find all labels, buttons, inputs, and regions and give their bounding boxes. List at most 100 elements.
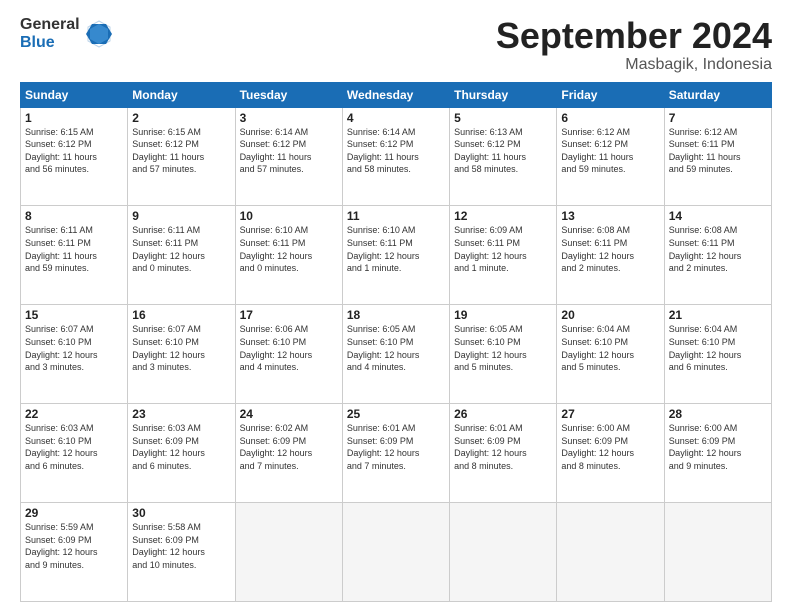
list-item: 11Sunrise: 6:10 AM Sunset: 6:11 PM Dayli… [342, 206, 449, 305]
day-info: Sunrise: 6:10 AM Sunset: 6:11 PM Dayligh… [347, 224, 445, 274]
day-number: 10 [240, 209, 338, 223]
day-number: 29 [25, 506, 123, 520]
top-section: General Blue September 2024 Masbagik, In… [20, 16, 772, 74]
table-row: 22Sunrise: 6:03 AM Sunset: 6:10 PM Dayli… [21, 404, 772, 503]
list-item: 24Sunrise: 6:02 AM Sunset: 6:09 PM Dayli… [235, 404, 342, 503]
list-item: 15Sunrise: 6:07 AM Sunset: 6:10 PM Dayli… [21, 305, 128, 404]
day-info: Sunrise: 6:04 AM Sunset: 6:10 PM Dayligh… [669, 323, 767, 373]
day-number: 11 [347, 209, 445, 223]
day-number: 23 [132, 407, 230, 421]
day-number: 12 [454, 209, 552, 223]
table-row: 29Sunrise: 5:59 AM Sunset: 6:09 PM Dayli… [21, 503, 772, 602]
day-number: 4 [347, 111, 445, 125]
page: General Blue September 2024 Masbagik, In… [0, 0, 792, 612]
table-row: 8Sunrise: 6:11 AM Sunset: 6:11 PM Daylig… [21, 206, 772, 305]
list-item: 26Sunrise: 6:01 AM Sunset: 6:09 PM Dayli… [450, 404, 557, 503]
day-number: 14 [669, 209, 767, 223]
col-wednesday: Wednesday [342, 82, 449, 107]
list-item: 2Sunrise: 6:15 AM Sunset: 6:12 PM Daylig… [128, 107, 235, 206]
logo-icon [84, 19, 114, 49]
day-info: Sunrise: 6:08 AM Sunset: 6:11 PM Dayligh… [561, 224, 659, 274]
logo-general: General [20, 16, 80, 34]
list-item: 20Sunrise: 6:04 AM Sunset: 6:10 PM Dayli… [557, 305, 664, 404]
day-number: 2 [132, 111, 230, 125]
list-item: 10Sunrise: 6:10 AM Sunset: 6:11 PM Dayli… [235, 206, 342, 305]
day-info: Sunrise: 6:08 AM Sunset: 6:11 PM Dayligh… [669, 224, 767, 274]
list-item: 3Sunrise: 6:14 AM Sunset: 6:12 PM Daylig… [235, 107, 342, 206]
list-item: 30Sunrise: 5:58 AM Sunset: 6:09 PM Dayli… [128, 503, 235, 602]
col-friday: Friday [557, 82, 664, 107]
header-row: Sunday Monday Tuesday Wednesday Thursday… [21, 82, 772, 107]
day-number: 13 [561, 209, 659, 223]
day-info: Sunrise: 6:05 AM Sunset: 6:10 PM Dayligh… [347, 323, 445, 373]
logo: General Blue [20, 16, 114, 51]
list-item: 22Sunrise: 6:03 AM Sunset: 6:10 PM Dayli… [21, 404, 128, 503]
col-sunday: Sunday [21, 82, 128, 107]
calendar-table: Sunday Monday Tuesday Wednesday Thursday… [20, 82, 772, 602]
day-info: Sunrise: 6:05 AM Sunset: 6:10 PM Dayligh… [454, 323, 552, 373]
list-item: 27Sunrise: 6:00 AM Sunset: 6:09 PM Dayli… [557, 404, 664, 503]
list-item: 12Sunrise: 6:09 AM Sunset: 6:11 PM Dayli… [450, 206, 557, 305]
day-info: Sunrise: 6:00 AM Sunset: 6:09 PM Dayligh… [561, 422, 659, 472]
col-tuesday: Tuesday [235, 82, 342, 107]
day-info: Sunrise: 6:04 AM Sunset: 6:10 PM Dayligh… [561, 323, 659, 373]
list-item: 4Sunrise: 6:14 AM Sunset: 6:12 PM Daylig… [342, 107, 449, 206]
day-number: 22 [25, 407, 123, 421]
day-info: Sunrise: 6:03 AM Sunset: 6:10 PM Dayligh… [25, 422, 123, 472]
list-item: 9Sunrise: 6:11 AM Sunset: 6:11 PM Daylig… [128, 206, 235, 305]
day-info: Sunrise: 6:06 AM Sunset: 6:10 PM Dayligh… [240, 323, 338, 373]
day-info: Sunrise: 6:14 AM Sunset: 6:12 PM Dayligh… [347, 126, 445, 176]
day-number: 21 [669, 308, 767, 322]
day-info: Sunrise: 6:03 AM Sunset: 6:09 PM Dayligh… [132, 422, 230, 472]
day-info: Sunrise: 6:02 AM Sunset: 6:09 PM Dayligh… [240, 422, 338, 472]
col-saturday: Saturday [664, 82, 771, 107]
day-number: 6 [561, 111, 659, 125]
day-info: Sunrise: 6:15 AM Sunset: 6:12 PM Dayligh… [25, 126, 123, 176]
day-info: Sunrise: 6:00 AM Sunset: 6:09 PM Dayligh… [669, 422, 767, 472]
day-number: 30 [132, 506, 230, 520]
list-item [342, 503, 449, 602]
col-monday: Monday [128, 82, 235, 107]
list-item: 7Sunrise: 6:12 AM Sunset: 6:11 PM Daylig… [664, 107, 771, 206]
day-number: 17 [240, 308, 338, 322]
day-info: Sunrise: 6:14 AM Sunset: 6:12 PM Dayligh… [240, 126, 338, 176]
day-number: 19 [454, 308, 552, 322]
list-item: 1Sunrise: 6:15 AM Sunset: 6:12 PM Daylig… [21, 107, 128, 206]
day-number: 26 [454, 407, 552, 421]
list-item: 21Sunrise: 6:04 AM Sunset: 6:10 PM Dayli… [664, 305, 771, 404]
day-number: 8 [25, 209, 123, 223]
list-item: 14Sunrise: 6:08 AM Sunset: 6:11 PM Dayli… [664, 206, 771, 305]
day-number: 16 [132, 308, 230, 322]
list-item: 6Sunrise: 6:12 AM Sunset: 6:12 PM Daylig… [557, 107, 664, 206]
day-info: Sunrise: 6:07 AM Sunset: 6:10 PM Dayligh… [25, 323, 123, 373]
day-info: Sunrise: 6:15 AM Sunset: 6:12 PM Dayligh… [132, 126, 230, 176]
list-item: 23Sunrise: 6:03 AM Sunset: 6:09 PM Dayli… [128, 404, 235, 503]
col-thursday: Thursday [450, 82, 557, 107]
list-item: 5Sunrise: 6:13 AM Sunset: 6:12 PM Daylig… [450, 107, 557, 206]
day-info: Sunrise: 6:13 AM Sunset: 6:12 PM Dayligh… [454, 126, 552, 176]
day-number: 5 [454, 111, 552, 125]
day-number: 3 [240, 111, 338, 125]
list-item: 29Sunrise: 5:59 AM Sunset: 6:09 PM Dayli… [21, 503, 128, 602]
list-item: 16Sunrise: 6:07 AM Sunset: 6:10 PM Dayli… [128, 305, 235, 404]
month-title: September 2024 [496, 16, 772, 56]
day-info: Sunrise: 6:01 AM Sunset: 6:09 PM Dayligh… [454, 422, 552, 472]
day-info: Sunrise: 6:12 AM Sunset: 6:12 PM Dayligh… [561, 126, 659, 176]
table-row: 1Sunrise: 6:15 AM Sunset: 6:12 PM Daylig… [21, 107, 772, 206]
day-info: Sunrise: 6:11 AM Sunset: 6:11 PM Dayligh… [25, 224, 123, 274]
list-item [235, 503, 342, 602]
list-item: 25Sunrise: 6:01 AM Sunset: 6:09 PM Dayli… [342, 404, 449, 503]
day-info: Sunrise: 5:59 AM Sunset: 6:09 PM Dayligh… [25, 521, 123, 571]
logo-blue: Blue [20, 34, 80, 52]
list-item [450, 503, 557, 602]
day-info: Sunrise: 6:09 AM Sunset: 6:11 PM Dayligh… [454, 224, 552, 274]
day-info: Sunrise: 6:12 AM Sunset: 6:11 PM Dayligh… [669, 126, 767, 176]
day-info: Sunrise: 5:58 AM Sunset: 6:09 PM Dayligh… [132, 521, 230, 571]
day-info: Sunrise: 6:10 AM Sunset: 6:11 PM Dayligh… [240, 224, 338, 274]
list-item: 28Sunrise: 6:00 AM Sunset: 6:09 PM Dayli… [664, 404, 771, 503]
list-item: 8Sunrise: 6:11 AM Sunset: 6:11 PM Daylig… [21, 206, 128, 305]
day-number: 1 [25, 111, 123, 125]
list-item [664, 503, 771, 602]
list-item [557, 503, 664, 602]
list-item: 17Sunrise: 6:06 AM Sunset: 6:10 PM Dayli… [235, 305, 342, 404]
